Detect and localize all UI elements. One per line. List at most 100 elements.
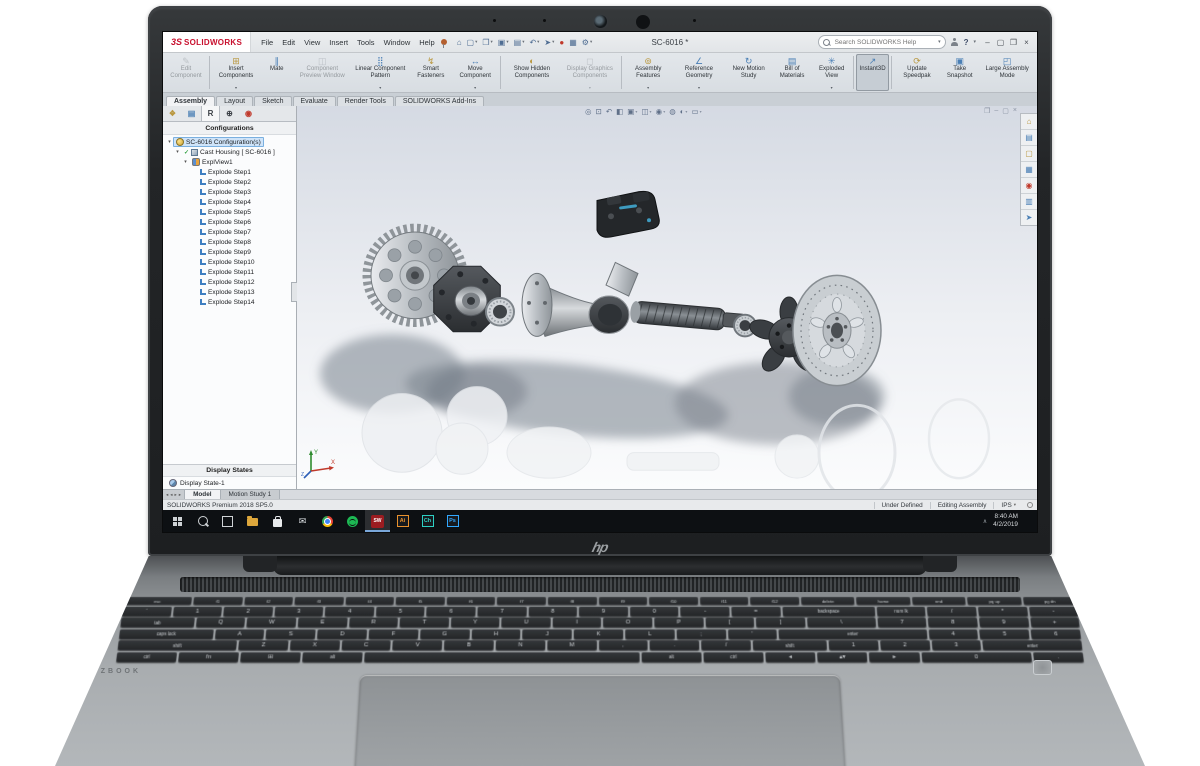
menu-file[interactable]: File xyxy=(261,38,273,47)
chrome-button[interactable] xyxy=(315,510,340,532)
tree-item[interactable]: Explode Step2 xyxy=(163,177,296,187)
file-properties-icon[interactable]: ▦ xyxy=(569,38,577,47)
viewport-3d-scene[interactable] xyxy=(297,106,1037,489)
adobe-illustrator-button[interactable]: Ai xyxy=(390,510,415,532)
file-explorer-tab[interactable]: ▢ xyxy=(1021,146,1037,162)
tree-item[interactable]: Explode Step8 xyxy=(163,237,296,247)
appearances-scenes-tab[interactable]: ◉ xyxy=(1021,178,1037,194)
propertymanager-tab-tab[interactable]: ▤ xyxy=(182,106,201,121)
doc-close-icon[interactable]: × xyxy=(1013,107,1017,115)
tree-item[interactable]: Explode Step9 xyxy=(163,247,296,257)
tab-assembly[interactable]: Assembly xyxy=(166,96,215,106)
design-library-tab[interactable]: ▤ xyxy=(1021,130,1037,146)
menu-insert[interactable]: Insert xyxy=(329,38,348,47)
exploded-view-button[interactable]: ✳Exploded View▾ xyxy=(812,54,851,91)
brake-rotor[interactable] xyxy=(793,275,881,385)
tab-motion-study-1[interactable]: Motion Study 1 xyxy=(221,490,281,499)
tab-render-tools[interactable]: Render Tools xyxy=(337,96,394,106)
file-explorer-button[interactable] xyxy=(240,510,265,532)
tree-item[interactable]: Explode Step10 xyxy=(163,257,296,267)
pin-icon[interactable] xyxy=(441,39,447,45)
view-orientation-button[interactable]: ▣▾ xyxy=(627,107,637,116)
adobe-photoshop-button[interactable]: Ps xyxy=(440,510,465,532)
update-speedpak-button[interactable]: ⟳Update Speedpak xyxy=(894,54,940,91)
mail-button[interactable]: ✉ xyxy=(290,510,315,532)
tree-item[interactable]: Explode Step11 xyxy=(163,267,296,277)
section-view-button[interactable]: ◧ xyxy=(616,107,623,116)
doc-minimize-icon[interactable]: – xyxy=(994,107,998,115)
tree-item[interactable]: ▾ExplView1 xyxy=(163,157,296,167)
tree-item[interactable]: ▾✓Cast Housing [ SC-6016 ] xyxy=(163,147,296,157)
tree-item[interactable]: Explode Step12 xyxy=(163,277,296,287)
close-icon[interactable]: × xyxy=(1020,36,1033,49)
restore-icon[interactable]: ❐ xyxy=(1007,36,1020,49)
tree-item[interactable]: Explode Step7 xyxy=(163,227,296,237)
solidworks-resources-tab[interactable]: ⌂ xyxy=(1021,114,1037,130)
open-icon[interactable]: ❐▾ xyxy=(482,38,492,47)
large-assembly-mode-button[interactable]: ◰Large Assembly Mode xyxy=(979,54,1035,91)
display-style-button[interactable]: ◫▾ xyxy=(641,107,651,116)
solidworks-button[interactable]: SW xyxy=(365,510,390,532)
previous-view-button[interactable]: ↶ xyxy=(606,107,612,116)
menu-window[interactable]: Window xyxy=(384,38,411,47)
move-component-button[interactable]: ↔Move Component▾ xyxy=(452,54,498,91)
zoom-area-button[interactable]: ⊡ xyxy=(596,107,602,116)
cortana-search-button[interactable] xyxy=(190,510,215,532)
start-button[interactable] xyxy=(165,510,190,532)
search-box[interactable]: ▾ xyxy=(818,35,946,49)
hide-show-items-button[interactable]: ◉▾ xyxy=(656,107,666,116)
spotify-button[interactable] xyxy=(340,510,365,532)
zoom-fit-button[interactable]: ◎ xyxy=(585,107,592,116)
new-document-icon[interactable]: ▢▾ xyxy=(467,38,478,47)
custom-properties-tab[interactable]: ▥ xyxy=(1021,194,1037,210)
tab-scroll-arrow-icon[interactable]: ▸ xyxy=(175,492,177,498)
bill-of-materials-button[interactable]: ▤Bill of Materials xyxy=(772,54,812,91)
reference-geometry-button[interactable]: ∠Reference Geometry▾ xyxy=(673,54,726,91)
task-view-button[interactable] xyxy=(215,510,240,532)
solidworks-forum-tab[interactable]: ➤ xyxy=(1021,210,1037,225)
graphics-viewport[interactable]: ◎⊡↶◧▣▾◫▾◉▾◍◐▾▭▾ ❐–▢× ⌂▤▢▦◉▥➤ Y X Z xyxy=(297,106,1037,489)
print-icon[interactable]: ▤▾ xyxy=(514,38,525,47)
tree-item[interactable]: Explode Step3 xyxy=(163,187,296,197)
tree-expander-icon[interactable]: ▾ xyxy=(174,149,181,155)
insert-components-button[interactable]: ⊞Insert Components▾ xyxy=(212,54,260,91)
view-palette-tab[interactable]: ▦ xyxy=(1021,162,1037,178)
help-caret-icon[interactable]: ▾ xyxy=(973,39,976,45)
doc-maximize-icon[interactable]: ▢ xyxy=(1002,107,1009,115)
linear-component-pattern-button[interactable]: ⣿Linear Component Pattern▾ xyxy=(351,54,409,91)
new-motion-study-button[interactable]: ↻New Motion Study xyxy=(725,54,772,91)
options-icon[interactable]: ⚙▾ xyxy=(582,38,592,47)
search-caret-icon[interactable]: ▾ xyxy=(938,39,941,45)
smart-fasteners-button[interactable]: ↯Smart Fasteners xyxy=(409,54,452,91)
quick-tips-icon[interactable] xyxy=(1027,502,1033,508)
tree-expander-icon[interactable]: ▾ xyxy=(182,159,189,165)
instant3d-button[interactable]: ↗Instant3D xyxy=(856,54,889,91)
tree-expander-icon[interactable]: ▾ xyxy=(166,139,173,145)
doc-restore-icon[interactable]: ❐ xyxy=(984,107,990,115)
menu-help[interactable]: Help xyxy=(419,38,434,47)
configurationmanager-tab-tab[interactable]: R xyxy=(201,106,220,121)
select-icon[interactable]: ➤▾ xyxy=(544,38,554,47)
tree-item[interactable]: Explode Step14 xyxy=(163,297,296,307)
edit-appearance-button[interactable]: ◍ xyxy=(669,107,676,116)
view-settings-button[interactable]: ▭▾ xyxy=(691,107,701,116)
tab-sketch[interactable]: Sketch xyxy=(254,96,291,106)
menu-tools[interactable]: Tools xyxy=(357,38,375,47)
apply-scene-button[interactable]: ◐▾ xyxy=(680,107,688,116)
search-input[interactable] xyxy=(833,38,935,47)
tree-item[interactable]: ▾SC-6016 Configuration(s) xyxy=(163,137,296,147)
tab-evaluate[interactable]: Evaluate xyxy=(293,96,336,106)
menu-edit[interactable]: Edit xyxy=(282,38,295,47)
menu-view[interactable]: View xyxy=(304,38,320,47)
tab-scroll-arrow-icon[interactable]: ▸ xyxy=(179,492,181,498)
mate-button[interactable]: ∥Mate xyxy=(260,54,293,91)
tab-scroll-arrow-icon[interactable]: ◂ xyxy=(170,492,172,498)
minimize-icon[interactable]: – xyxy=(981,36,994,49)
displaymanager-tab-tab[interactable]: ◉ xyxy=(239,106,258,121)
show-hidden-components-button[interactable]: ◐Show Hidden Components xyxy=(503,54,561,91)
dimxpertmanager-tab-tab[interactable]: ⊕ xyxy=(220,106,239,121)
tree-item[interactable]: Explode Step13 xyxy=(163,287,296,297)
tab-scroll-arrow-icon[interactable]: ◂ xyxy=(166,492,168,498)
save-icon[interactable]: ▣▾ xyxy=(498,38,509,47)
tree-item[interactable]: Explode Step1 xyxy=(163,167,296,177)
